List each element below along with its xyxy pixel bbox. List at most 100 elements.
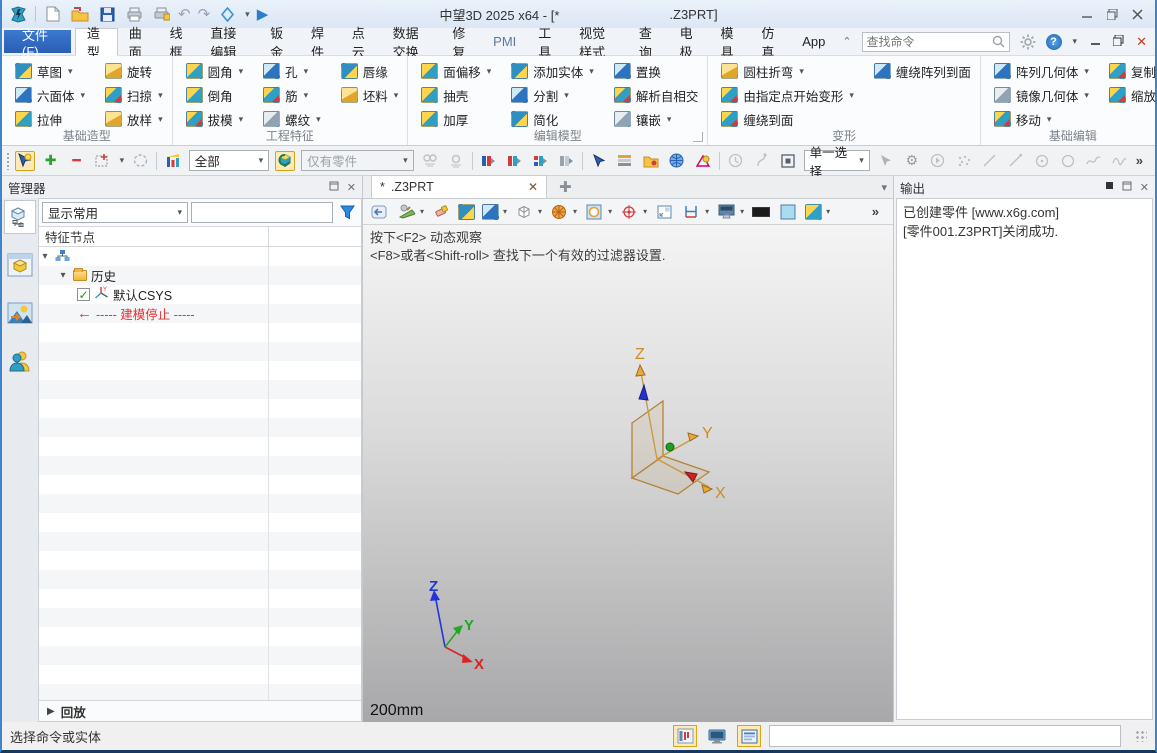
block-button[interactable]: 六面体▾ <box>12 85 88 106</box>
chevron-down-icon[interactable]: ▾ <box>608 207 612 216</box>
tab-repair[interactable]: 修复 <box>441 28 482 55</box>
minimize-button[interactable] <box>1082 9 1093 20</box>
tree-history-row[interactable]: ▾ 历史 <box>39 266 361 285</box>
visual-manager-tab[interactable] <box>4 248 36 282</box>
toolbar-overflow-icon[interactable]: » <box>1136 153 1151 168</box>
mirror-geometry-button[interactable]: 镜像几何体▾ <box>991 85 1092 106</box>
help-icon[interactable]: ? <box>1046 34 1062 50</box>
tab-visual-style[interactable]: 视觉样式 <box>568 28 628 55</box>
toolbar-grip[interactable] <box>6 152 9 170</box>
chevron-down-icon[interactable]: ▾ <box>643 207 647 216</box>
section-wheel-icon[interactable] <box>549 202 569 222</box>
gear-icon[interactable] <box>1020 34 1036 50</box>
exit-icon[interactable] <box>369 202 389 222</box>
cursor-disabled-icon[interactable] <box>876 151 896 171</box>
view-orient-icon[interactable] <box>619 202 639 222</box>
wave-icon[interactable] <box>1110 151 1130 171</box>
circle-center-icon[interactable] <box>1032 151 1052 171</box>
chevron-down-icon[interactable]: ▾ <box>245 9 250 20</box>
select-components-icon[interactable] <box>556 151 576 171</box>
chamfer-button[interactable]: 倒角 <box>183 85 247 106</box>
gnomon-icon[interactable] <box>693 151 713 171</box>
measure-icon[interactable] <box>681 202 701 222</box>
tab-wireframe[interactable]: 线框 <box>159 28 200 55</box>
hole-button[interactable]: 孔▾ <box>260 61 324 82</box>
tab-sheet-metal[interactable]: 钣金 <box>259 28 300 55</box>
tab-data-exchange[interactable]: 数据交换 <box>382 28 442 55</box>
fullscreen-icon[interactable] <box>654 202 674 222</box>
render-mode-icon[interactable] <box>396 202 416 222</box>
app-logo-icon[interactable] <box>8 4 28 24</box>
open-file-button[interactable] <box>70 4 90 24</box>
lasso-select-icon[interactable] <box>130 151 150 171</box>
filter-list-icon[interactable] <box>163 151 183 171</box>
select-faces-icon[interactable] <box>478 151 498 171</box>
scale-button[interactable]: 缩放 <box>1106 85 1157 106</box>
target-box-icon[interactable] <box>778 151 798 171</box>
wrap-pattern-to-face-button[interactable]: 缠绕阵列到面 <box>871 61 974 82</box>
face-display-icon[interactable] <box>805 204 822 220</box>
tab-inquire[interactable]: 查询 <box>628 28 669 55</box>
line-icon[interactable] <box>980 151 1000 171</box>
pattern-geometry-button[interactable]: 阵列几何体▾ <box>991 61 1092 82</box>
cursor-mode-icon[interactable] <box>589 151 609 171</box>
globe-icon[interactable] <box>667 151 687 171</box>
history-stop-arrow-icon[interactable]: ← <box>77 306 92 321</box>
redo-button[interactable]: ↷ <box>198 7 211 22</box>
tab-shape[interactable]: 造型 <box>75 28 118 56</box>
minimize-document-button[interactable] <box>1091 35 1101 49</box>
wireframe-icon[interactable] <box>514 202 534 222</box>
zoom-region-icon[interactable] <box>584 202 604 222</box>
document-tab[interactable]: * .Z3PRT ✕ <box>371 175 547 198</box>
feature-manager-tab[interactable] <box>4 200 36 234</box>
restore-panel-icon[interactable] <box>1122 181 1132 194</box>
monitor-icon[interactable] <box>705 725 729 747</box>
revolve-button[interactable]: 旋转 <box>102 61 166 82</box>
chevron-down-icon[interactable]: ▾ <box>573 207 577 216</box>
new-tab-button[interactable]: ✚ <box>559 178 572 198</box>
related-select-icon[interactable] <box>446 151 466 171</box>
shade-mode-icon[interactable] <box>458 204 475 220</box>
list-manager-icon[interactable] <box>615 151 635 171</box>
render-manager-tab[interactable] <box>4 296 36 330</box>
status-input[interactable] <box>769 725 1121 747</box>
chevron-down-icon[interactable]: ▾ <box>420 207 424 216</box>
clock-icon[interactable] <box>726 151 746 171</box>
ribbon-collapse-icon[interactable]: ⌃ <box>836 28 857 55</box>
chevron-down-icon[interactable]: ▾ <box>1073 36 1078 47</box>
role-manager-tab[interactable] <box>4 344 36 378</box>
toggle-output-panel-icon[interactable] <box>737 725 761 747</box>
close-panel-icon[interactable]: ✕ <box>1140 181 1149 194</box>
tab-direct-edit[interactable]: 直接编辑 <box>199 28 259 55</box>
output-log[interactable]: 已创建零件 [www.x6g.com] [零件001.Z3PRT]关闭成功. <box>896 198 1153 720</box>
remove-selection-icon[interactable]: ━ <box>67 151 87 171</box>
replay-section[interactable]: ▶ 回放 <box>39 700 361 721</box>
chevron-down-icon[interactable]: ▾ <box>826 207 830 216</box>
tab-surface[interactable]: 曲面 <box>118 28 159 55</box>
play-icon[interactable]: ▶ <box>257 7 269 22</box>
restore-panel-icon[interactable] <box>329 181 339 194</box>
stock-button[interactable]: 坯料▾ <box>338 85 402 106</box>
eraser-icon[interactable] <box>431 202 451 222</box>
select-shapes-icon[interactable] <box>530 151 550 171</box>
tab-electrode[interactable]: 电极 <box>669 28 710 55</box>
chevron-down-icon[interactable]: ▾ <box>503 207 507 216</box>
sweep-button[interactable]: 扫掠▾ <box>102 85 166 106</box>
face-offset-button[interactable]: 面偏移▾ <box>418 61 494 82</box>
line2-icon[interactable] <box>1006 151 1026 171</box>
regen-icon[interactable] <box>217 4 237 24</box>
tab-close-icon[interactable]: ✕ <box>528 180 538 194</box>
chevron-down-icon[interactable]: ▾ <box>120 155 125 166</box>
folder-settings-icon[interactable] <box>641 151 661 171</box>
cylindrical-bend-button[interactable]: 圆柱折弯▾ <box>718 61 857 82</box>
caret-expanded-icon[interactable]: ▾ <box>39 251 51 262</box>
filter-combo[interactable]: 全部▾ <box>189 150 269 171</box>
pick-scope-combo[interactable]: 仅有零件▾ <box>301 150 414 171</box>
lip-button[interactable]: 唇缘 <box>338 61 402 82</box>
sketch-button[interactable]: 草图▾ <box>12 61 88 82</box>
checkbox-checked-icon[interactable]: ✓ <box>77 288 90 301</box>
add-solid-button[interactable]: 添加实体▾ <box>508 61 597 82</box>
chevron-down-icon[interactable]: ▾ <box>740 207 744 216</box>
print-button[interactable] <box>124 4 144 24</box>
caret-expanded-icon[interactable]: ▾ <box>57 270 69 281</box>
